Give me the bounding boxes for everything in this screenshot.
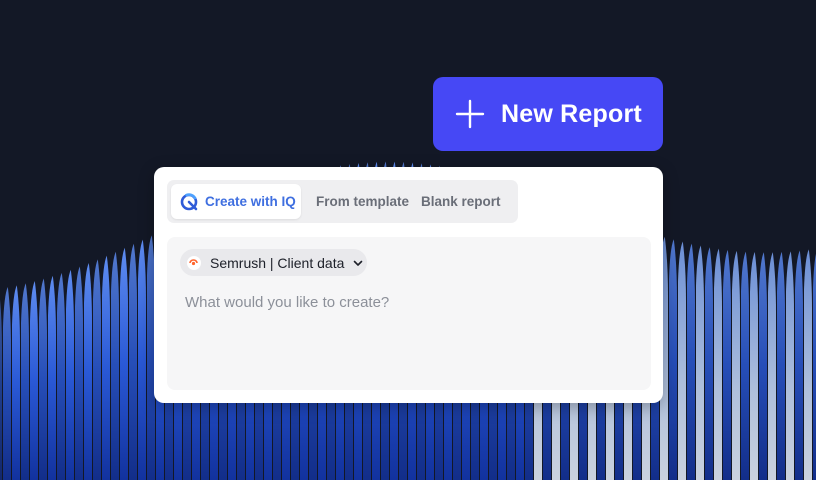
backdrop-spike <box>678 241 686 480</box>
backdrop-spike <box>723 249 731 480</box>
backdrop-spike <box>777 251 785 480</box>
backdrop-spike <box>714 248 722 480</box>
backdrop-spike <box>768 252 776 480</box>
backdrop-spike <box>687 243 695 480</box>
tab-blank-report[interactable]: Blank report <box>421 184 501 219</box>
backdrop-spike <box>786 251 794 480</box>
data-source-label: Semrush | Client data <box>210 254 345 271</box>
backdrop-spike <box>129 243 137 480</box>
backdrop-spike <box>102 255 110 480</box>
semrush-icon <box>187 255 201 270</box>
backdrop-spike <box>0 299 2 480</box>
backdrop-spike <box>66 269 74 480</box>
backdrop-spike <box>138 239 146 480</box>
iq-logo-icon <box>179 192 199 212</box>
tab-from-template[interactable]: From template <box>316 184 409 219</box>
backdrop-spike <box>21 283 29 480</box>
plus-icon <box>455 99 485 129</box>
backdrop-spike <box>111 251 119 480</box>
backdrop-spike <box>30 280 38 480</box>
creation-mode-tabs: Create with IQ From template Blank repor… <box>167 180 518 223</box>
backdrop-spike <box>669 239 677 480</box>
backdrop-spike <box>84 263 92 480</box>
backdrop-spike <box>705 247 713 480</box>
backdrop-spike <box>120 247 128 480</box>
backdrop-spike <box>75 266 83 480</box>
prompt-input[interactable] <box>185 291 625 313</box>
tab-from-template-label: From template <box>316 194 410 209</box>
backdrop-spike <box>12 285 20 480</box>
backdrop-spike <box>759 252 767 480</box>
backdrop-spike <box>750 252 758 480</box>
tab-create-with-iq-label: Create with IQ <box>205 194 296 209</box>
backdrop-spike <box>795 250 803 480</box>
backdrop-spike <box>93 259 101 480</box>
backdrop-spike <box>804 249 812 480</box>
chevron-down-icon <box>352 257 364 269</box>
tab-blank-report-label: Blank report <box>421 194 501 209</box>
data-source-selector[interactable]: Semrush | Client data <box>180 249 367 276</box>
backdrop-spike <box>39 278 47 480</box>
backdrop-spike <box>732 250 740 480</box>
backdrop-spike <box>3 287 11 480</box>
new-report-button[interactable]: New Report <box>433 77 663 151</box>
new-report-label: New Report <box>501 99 642 128</box>
report-creation-panel: Create with IQ From template Blank repor… <box>154 167 663 403</box>
prompt-area: Semrush | Client data <box>167 237 651 390</box>
backdrop-spike <box>696 245 704 480</box>
backdrop-spike <box>48 275 56 480</box>
backdrop-spike <box>57 272 65 480</box>
tab-create-with-iq[interactable]: Create with IQ <box>171 184 301 219</box>
backdrop-spike <box>741 251 749 480</box>
